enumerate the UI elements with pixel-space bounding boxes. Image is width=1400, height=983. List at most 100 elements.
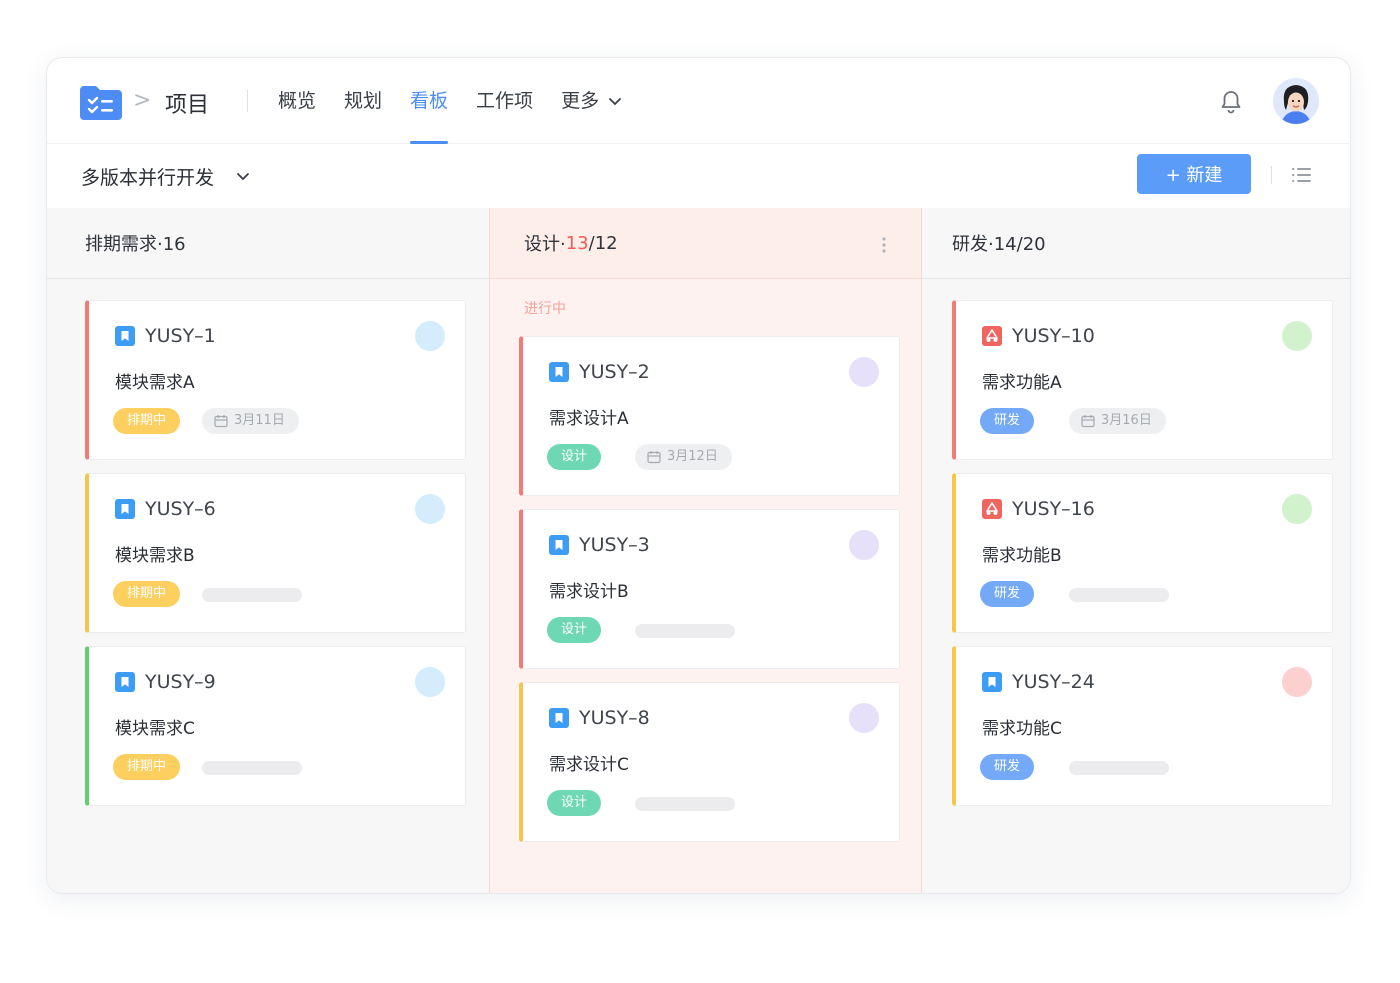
task-card[interactable]: YUSY–16 需求功能B 研发 — [952, 473, 1333, 633]
notification-bell-icon[interactable] — [1219, 89, 1243, 115]
app-window: > 项目 概览 规划 看板 工作项 更多 多版本并行开发 + 新建 排期需求·1… — [46, 57, 1351, 894]
card-id: YUSY–3 — [549, 534, 650, 556]
due-date-text: 3月12日 — [667, 449, 718, 464]
assignee-avatar[interactable] — [849, 530, 879, 560]
project-title[interactable]: 项目 — [165, 87, 209, 119]
board-toolbar: 多版本并行开发 + 新建 — [47, 144, 1350, 208]
calendar-icon — [1081, 415, 1095, 428]
placeholder-bar — [1069, 588, 1169, 602]
card-id-text: YUSY–6 — [145, 498, 216, 520]
status-tag: 设计 — [547, 444, 602, 470]
more-vertical-icon[interactable] — [881, 236, 887, 254]
column-title: 排期需求·16 — [85, 234, 186, 255]
card-id: YUSY–8 — [549, 707, 650, 729]
placeholder-bar — [1069, 761, 1169, 775]
due-date-badge: 3月12日 — [635, 444, 732, 470]
status-tag: 排期中 — [113, 581, 181, 607]
user-avatar[interactable] — [1273, 78, 1319, 124]
due-date-badge: 3月16日 — [1069, 408, 1166, 434]
card-id-text: YUSY–2 — [579, 361, 650, 383]
due-date-badge: 3月11日 — [202, 408, 299, 434]
card-title: 需求功能A — [982, 373, 1062, 393]
main-nav: 概览 规划 看板 工作项 更多 — [278, 58, 651, 144]
project-folder-icon[interactable] — [80, 82, 122, 122]
swimlane-label: 进行中 — [524, 301, 566, 317]
requirement-bookmark-icon — [115, 499, 135, 519]
nav-label: 看板 — [410, 90, 449, 112]
assignee-avatar[interactable] — [415, 494, 445, 524]
requirement-bookmark-icon — [549, 535, 569, 555]
task-card[interactable]: YUSY–1 模块需求A 排期中 3月11日 — [85, 300, 466, 460]
status-tag: 设计 — [547, 790, 602, 816]
nav-board[interactable]: 看板 — [410, 58, 449, 144]
list-view-icon[interactable] — [1291, 165, 1313, 185]
task-card[interactable]: YUSY–6 模块需求B 排期中 — [85, 473, 466, 633]
card-id-text: YUSY–16 — [1012, 498, 1095, 520]
placeholder-bar — [202, 588, 302, 602]
column-scheduled: 排期需求·16 YUSY–1 模块需求A 排期中 3月11日 YUSY–6 模块… — [47, 208, 489, 893]
status-tag: 研发 — [980, 754, 1035, 780]
column-development: 研发·14/20 YUSY–10 需求功能A 研发 3月16日 YUSY–16 … — [922, 208, 1350, 893]
nav-work-items[interactable]: 工作项 — [476, 58, 533, 144]
version-label: 多版本并行开发 — [81, 166, 215, 189]
placeholder-bar — [635, 797, 735, 811]
card-title: 模块需求A — [115, 373, 195, 393]
placeholder-bar — [202, 761, 302, 775]
avatar-illustration-icon — [1273, 78, 1319, 124]
calendar-icon — [214, 415, 228, 428]
requirement-bookmark-icon — [549, 362, 569, 382]
assignee-avatar[interactable] — [1282, 494, 1312, 524]
assignee-avatar[interactable] — [849, 357, 879, 387]
nav-planning[interactable]: 规划 — [344, 58, 382, 144]
card-title: 模块需求B — [115, 546, 195, 566]
card-id-text: YUSY–9 — [145, 671, 216, 693]
nav-more[interactable]: 更多 — [561, 58, 623, 144]
card-id: YUSY–6 — [115, 498, 216, 520]
task-card[interactable]: YUSY–24 需求功能C 研发 — [952, 646, 1333, 806]
task-card[interactable]: YUSY–10 需求功能A 研发 3月16日 — [952, 300, 1333, 460]
card-title: 需求功能C — [982, 719, 1062, 739]
column-header: 设计· 13/12 — [490, 208, 921, 279]
card-id-text: YUSY–24 — [1012, 671, 1095, 693]
card-id: YUSY–16 — [982, 498, 1095, 520]
kanban-board: 排期需求·16 YUSY–1 模块需求A 排期中 3月11日 YUSY–6 模块… — [47, 208, 1350, 893]
requirement-bookmark-icon — [982, 672, 1002, 692]
assignee-avatar[interactable] — [849, 703, 879, 733]
card-title: 需求设计A — [549, 409, 629, 429]
task-card[interactable]: YUSY–2 需求设计A 设计 3月12日 — [519, 336, 900, 496]
card-title: 需求设计B — [549, 582, 629, 602]
new-item-button[interactable]: + 新建 — [1137, 154, 1251, 194]
assignee-avatar[interactable] — [415, 321, 445, 351]
column-header: 研发·14/20 — [922, 208, 1350, 279]
task-card[interactable]: YUSY–9 模块需求C 排期中 — [85, 646, 466, 806]
assignee-avatar[interactable] — [415, 667, 445, 697]
task-card[interactable]: YUSY–8 需求设计C 设计 — [519, 682, 900, 842]
column-header: 排期需求·16 — [47, 208, 489, 279]
status-tag: 研发 — [980, 408, 1035, 434]
card-id-text: YUSY–1 — [145, 325, 216, 347]
placeholder-bar — [635, 624, 735, 638]
version-dropdown[interactable]: 多版本并行开发 — [81, 144, 252, 208]
card-id: YUSY–1 — [115, 325, 216, 347]
requirement-bookmark-icon — [549, 708, 569, 728]
due-date-text: 3月11日 — [234, 413, 285, 428]
feature-task-icon — [982, 499, 1002, 519]
card-id: YUSY–2 — [549, 361, 650, 383]
nav-overview[interactable]: 概览 — [278, 58, 316, 144]
requirement-bookmark-icon — [115, 672, 135, 692]
nav-label: 更多 — [561, 90, 600, 112]
header-divider — [247, 90, 248, 112]
breadcrumb-separator: > — [133, 88, 152, 113]
task-card[interactable]: YUSY–3 需求设计B 设计 — [519, 509, 900, 669]
top-bar: > 项目 概览 规划 看板 工作项 更多 — [47, 58, 1350, 144]
due-date-text: 3月16日 — [1101, 413, 1152, 428]
card-id: YUSY–24 — [982, 671, 1095, 693]
chevron-down-icon — [237, 173, 249, 180]
status-tag: 研发 — [980, 581, 1035, 607]
feature-task-icon — [982, 326, 1002, 346]
chevron-down-icon — [609, 98, 621, 105]
column-title: 研发·14/20 — [952, 234, 1046, 255]
assignee-avatar[interactable] — [1282, 667, 1312, 697]
calendar-icon — [647, 451, 661, 464]
assignee-avatar[interactable] — [1282, 321, 1312, 351]
